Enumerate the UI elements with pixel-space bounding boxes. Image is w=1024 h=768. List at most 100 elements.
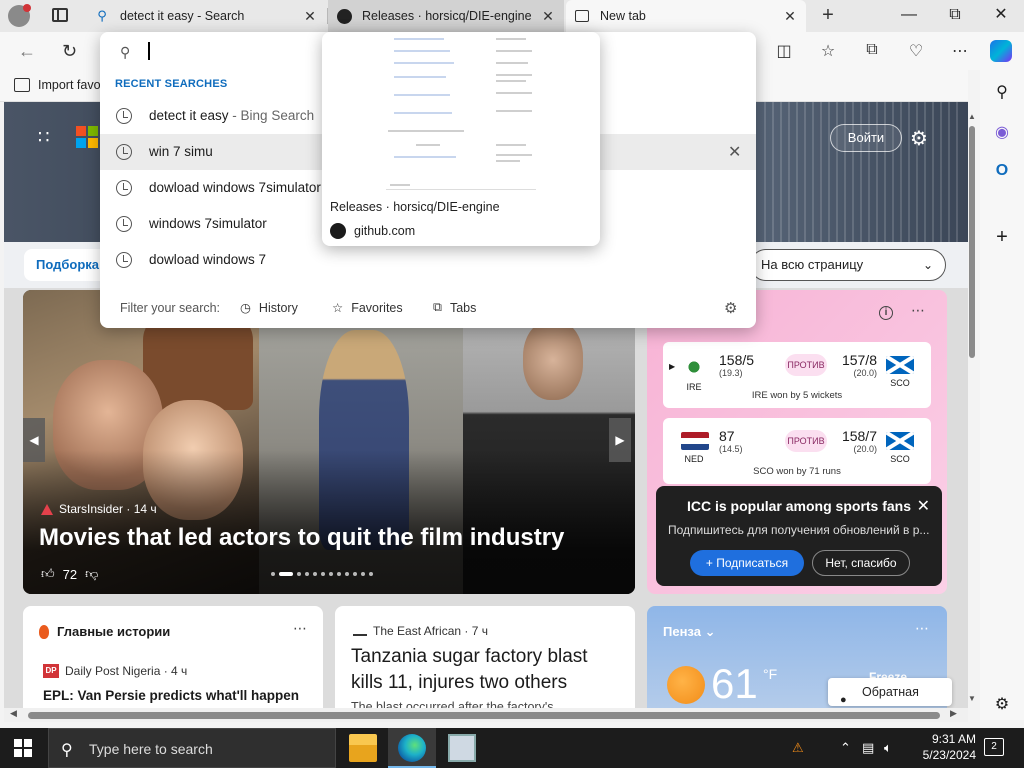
page-settings-icon[interactable]: ⚙ [910,126,928,151]
tab-github-releases[interactable]: Releases · horsicq/DIE-engine ✕ [328,0,564,32]
popup-title: ICC is popular among sports fans [686,498,912,514]
scrollbar-thumb[interactable] [969,126,975,358]
feedback-button[interactable]: ● Обратная связь [828,678,952,706]
copilot-sidebar-icon[interactable]: ◉ [992,122,1012,142]
filter-tabs-button[interactable]: ⧉ Tabs [433,300,476,315]
match-card[interactable]: ▶ IRE 158/5 (19.3) ПРОТИВ 157/8 (20.0) SCO… [663,342,931,408]
tab-hover-preview: Releases · horsicq/DIE-engine github.com [322,32,600,246]
more-options-icon[interactable]: ⋯ [911,302,925,319]
search-icon[interactable]: ⚲ [992,82,1012,102]
carousel-dot[interactable] [337,572,341,576]
outlook-icon[interactable]: O [992,162,1012,182]
scrollbar-thumb[interactable] [28,712,940,719]
search-query: dowload windows 7simulator [149,180,321,195]
versus-badge: ПРОТИВ [785,354,827,376]
refresh-icon[interactable]: ↻ [62,41,77,62]
tab-title: New tab [600,9,646,23]
file-explorer-icon[interactable] [349,734,377,762]
profile-avatar[interactable] [8,4,31,27]
scroll-right-arrow-icon[interactable]: ▶ [950,708,957,719]
layout-select[interactable]: На всю страницу ⌄ [750,249,946,281]
decline-button[interactable]: Нет, спасибо [812,550,910,576]
carousel-prev-button[interactable]: ◀ [23,418,45,462]
more-options-icon[interactable]: ⋯ [915,620,929,637]
history-icon [116,252,132,268]
close-icon[interactable]: ✕ [917,496,930,516]
carousel-dot[interactable] [271,572,275,576]
carousel-dot[interactable] [329,572,333,576]
match-card[interactable]: NED 87 (14.5) ПРОТИВ 158/7 (20.0) SCO SCO … [663,418,931,484]
more-menu-icon[interactable]: ⋯ [950,41,970,61]
login-button[interactable]: Войти [830,124,902,152]
subscribe-button[interactable]: + Подписаться [690,550,804,576]
carousel-dot-active[interactable] [279,572,293,576]
show-hidden-icons[interactable]: ⌃ [840,740,851,756]
carousel-dot[interactable] [321,572,325,576]
network-icon[interactable]: ▤ [862,740,874,756]
split-screen-icon[interactable]: ◫ [774,41,794,61]
close-tab-icon[interactable]: ✕ [302,8,318,25]
volume-muted-icon[interactable]: 🔈︎ [884,740,892,756]
microsoft-logo [76,126,98,148]
back-icon[interactable]: ← [18,41,36,62]
windows-start-icon[interactable] [14,739,32,757]
edge-icon[interactable] [398,734,426,762]
scroll-up-arrow-icon[interactable]: ▲ [968,112,976,121]
hero-news-card[interactable]: StarsInsider · 14 ч Movies that led acto… [23,290,635,594]
tray-status-icon[interactable]: ⚠ [792,740,804,756]
tab-new-tab[interactable]: New tab ✕ [566,0,806,32]
thumbs-down-icon[interactable]: 👎︎ [85,566,98,582]
weather-city[interactable]: Пенза ⌄ [663,624,715,640]
edge-sidebar: ⚲ ◉ O + ⚙ [980,70,1024,720]
taskbar-search-box[interactable]: ⚲ Type here to search [48,728,336,768]
favorites-star-icon[interactable]: ☆ [818,41,838,61]
browser-essentials-icon[interactable]: ♡ [906,41,926,61]
news-card[interactable]: The East African · 7 ч Tanzania sugar fa… [335,606,635,708]
system-clock[interactable]: 9:31 AM 5/23/2024 [906,731,976,763]
new-tab-button[interactable]: + [816,4,840,28]
add-sidebar-app-icon[interactable]: + [992,226,1012,248]
news-title[interactable]: Tanzania sugar factory blast kills 11, i… [351,644,623,696]
app-launcher-icon[interactable]: ∷ [38,128,56,146]
carousel-dot[interactable] [361,572,365,576]
collections-icon[interactable]: ⧉ [862,41,882,61]
expand-arrow-icon[interactable]: ▶ [669,362,675,371]
thumbnail-line [394,94,450,96]
maximize-button[interactable]: ⧉ [932,0,978,32]
thumbs-up-icon[interactable]: 👍︎ [41,566,55,582]
filter-history-button[interactable]: ◷ History [240,300,298,316]
remove-icon[interactable]: ✕ [728,142,741,162]
horizontal-scrollbar[interactable]: ◀ ▶ [4,708,968,722]
search-icon: ⚲ [97,8,107,23]
pinned-app-icon[interactable] [448,734,476,762]
tab-search[interactable]: ⚲ detect it easy - Search ✕ [86,0,326,32]
sidebar-settings-icon[interactable]: ⚙ [992,694,1012,714]
filter-favorites-button[interactable]: ☆ Favorites [332,300,403,316]
scroll-down-arrow-icon[interactable]: ▼ [968,694,976,703]
close-tab-icon[interactable]: ✕ [540,8,556,25]
close-window-button[interactable]: ✕ [978,0,1024,32]
hero-title[interactable]: Movies that led actors to quit the film … [39,524,564,552]
recent-search-item[interactable]: dowload windows 7 [100,242,756,278]
carousel-dot[interactable] [305,572,309,576]
workspaces-icon[interactable] [52,8,68,22]
carousel-dot[interactable] [369,572,373,576]
team-b-name: SCO [890,454,910,464]
carousel-dot[interactable] [345,572,349,576]
search-text: detect it easy - Bing Search [149,108,314,123]
scroll-left-arrow-icon[interactable]: ◀ [10,708,17,719]
search-settings-icon[interactable]: ⚙ [724,299,737,317]
copilot-icon[interactable] [990,40,1012,62]
close-tab-icon[interactable]: ✕ [782,8,798,25]
notification-center-icon[interactable]: 2 [984,738,1004,756]
more-options-icon[interactable]: ⋯ [293,620,307,637]
minimize-button[interactable]: — [886,0,932,32]
carousel-dot[interactable] [297,572,301,576]
vertical-scrollbar[interactable]: ▲ ▼ [966,112,978,708]
story-title[interactable]: EPL: Van Persie predicts what'll happen [43,688,299,703]
carousel-dot[interactable] [313,572,317,576]
carousel-dot[interactable] [353,572,357,576]
carousel-next-button[interactable]: ▶ [609,418,631,462]
import-favorites-link[interactable]: Import favo [38,78,101,92]
info-icon[interactable]: i [879,306,893,320]
